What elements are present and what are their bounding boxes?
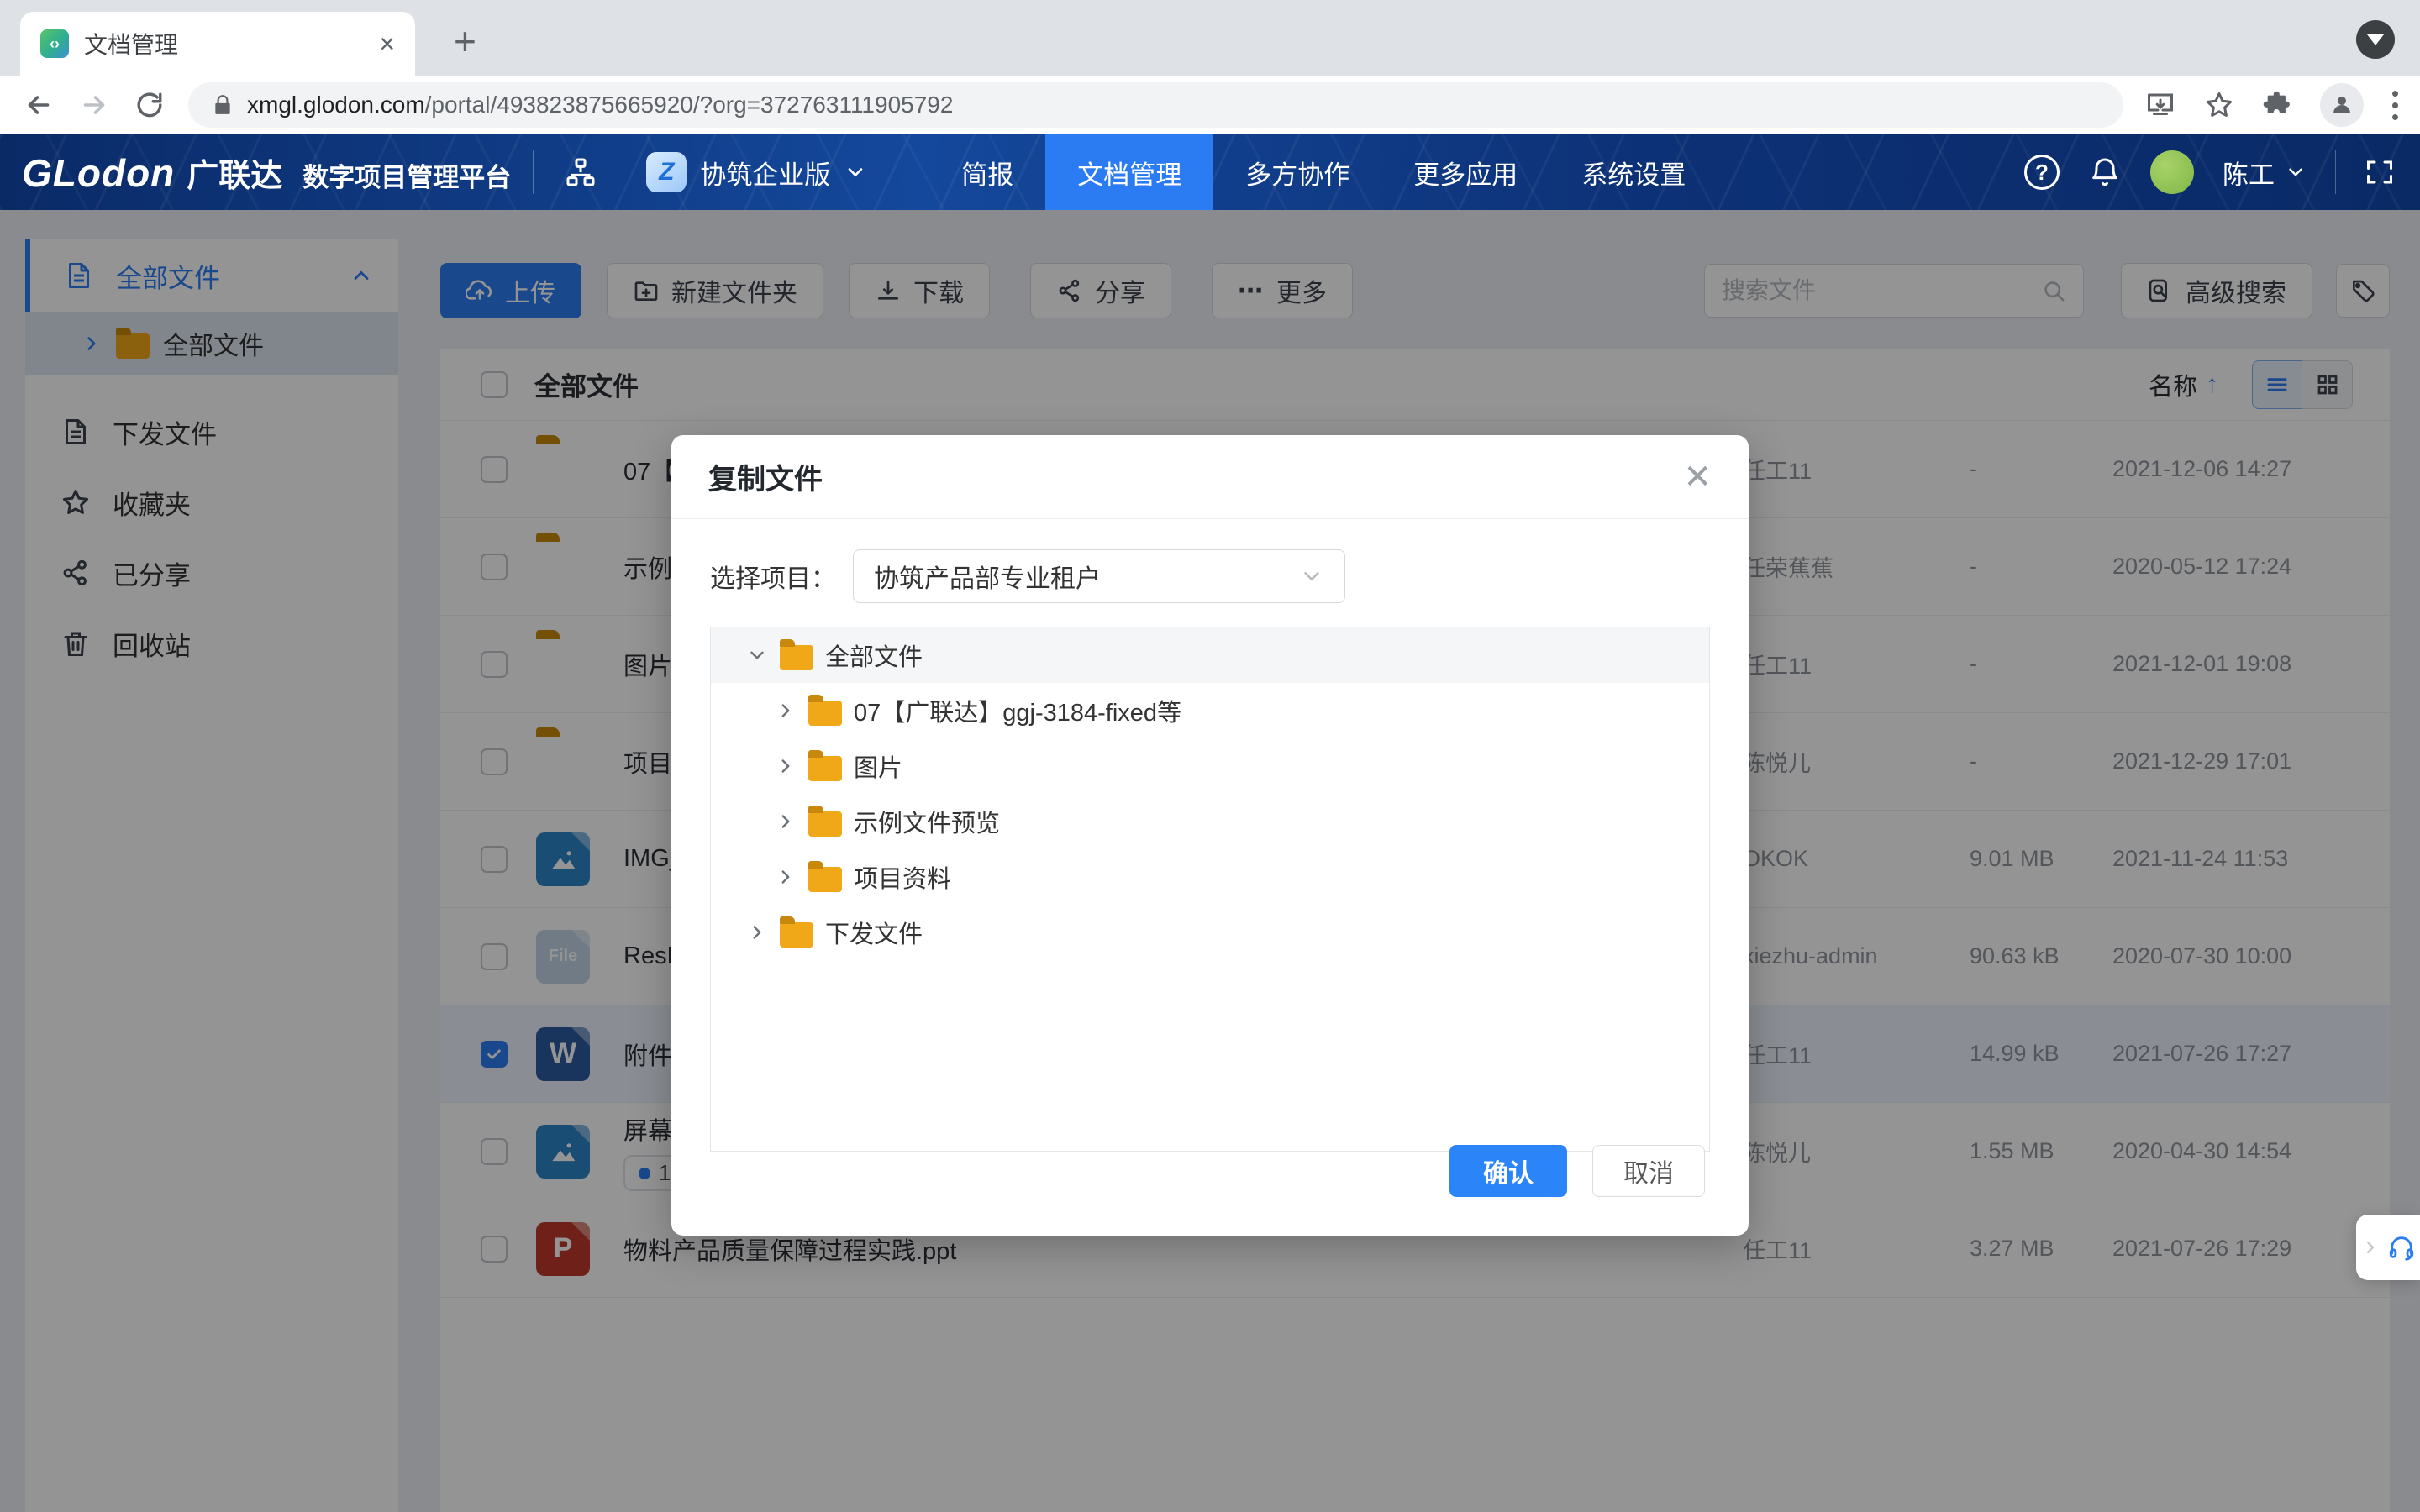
close-icon[interactable]: ✕ [1683,460,1712,494]
modal-header: 复制文件 ✕ [671,435,1749,519]
chevron-down-icon [1299,564,1324,589]
back-button[interactable] [22,88,55,122]
project-select-label: 选择项目： [710,558,836,595]
tree-node-label: 图片 [854,748,902,784]
chevron-down-icon [2285,161,2307,183]
chevron-right-icon[interactable] [2360,1237,2381,1257]
modal-title: 复制文件 [708,456,823,497]
browser-toolbar: xmgl.glodon.com/portal/493823875665920/?… [0,76,2420,134]
caret-collapsed-icon[interactable] [775,755,797,777]
user-name: 陈工 [2223,154,2275,192]
logo-cn: 广联达 [187,150,282,196]
app-switcher[interactable]: Z 协筑企业版 [646,152,867,192]
copy-file-modal: 复制文件 ✕ 选择项目： 协筑产品部专业租户 全部文件 [671,435,1749,1236]
tree-node-label: 示例文件预览 [854,804,1000,839]
install-download-icon[interactable] [2145,90,2175,120]
modal-body: 选择项目： 协筑产品部专业租户 全部文件 [671,519,1749,1152]
glodon-logo: GLodon 广联达 数字项目管理平台 [0,150,533,196]
lock-icon [212,94,234,116]
project-select[interactable]: 协筑产品部专业租户 [853,549,1345,603]
tab-title: 文档管理 [84,27,364,60]
tab-close-icon[interactable]: × [379,29,395,60]
folder-icon [808,867,842,892]
caret-collapsed-icon[interactable] [775,811,797,832]
tree-node-label: 项目资料 [854,859,951,895]
tree-node[interactable]: 图片 [711,738,1709,794]
browser-profile-avatar[interactable] [2320,83,2364,127]
tree-node-label: 07【广联达】ggj-3184-fixed等 [854,693,1181,728]
folder-icon [780,645,813,670]
app-navbar: GLodon 广联达 数字项目管理平台 Z 协筑企业版 简报 文档管理 多方协作… [0,134,2420,210]
folder-icon [780,922,813,948]
folder-tree: 全部文件 07【广联达】ggj-3184-fixed等 图片 [710,627,1710,1152]
logo-product: 数字项目管理平台 [302,156,511,194]
fullscreen-icon[interactable] [2365,157,2395,187]
tree-node[interactable]: 示例文件预览 [711,794,1709,849]
caret-collapsed-icon[interactable] [775,866,797,888]
user-menu[interactable]: 陈工 [2223,154,2307,192]
browser-menu-icon[interactable] [2392,91,2398,120]
xiezhu-app-icon: Z [646,152,687,192]
reload-button[interactable] [133,88,166,122]
help-icon[interactable]: ? [2024,155,2060,190]
notification-bell-icon[interactable] [2088,155,2122,189]
browser-tab[interactable]: ‹› 文档管理 × [20,12,415,76]
forward-button[interactable] [77,88,111,122]
app-switcher-label: 协筑企业版 [700,154,830,192]
caret-collapsed-icon[interactable] [775,700,797,722]
tree-node-all-files[interactable]: 全部文件 [711,627,1709,683]
url-text: xmgl.glodon.com/portal/493823875665920/?… [247,92,953,118]
main-menu: 简报 文档管理 多方协作 更多应用 系统设置 [929,134,1718,210]
tree-node[interactable]: 项目资料 [711,849,1709,905]
folder-icon [808,756,842,781]
folder-icon [808,811,842,837]
modal-footer: 确认 取消 [1449,1145,1705,1197]
caret-expanded-icon[interactable] [746,644,768,666]
menu-settings[interactable]: 系统设置 [1549,134,1718,210]
cancel-button[interactable]: 取消 [1592,1145,1705,1197]
new-tab-button[interactable]: + [454,22,476,60]
caret-down-icon [2367,34,2384,45]
confirm-button[interactable]: 确认 [1449,1145,1567,1197]
browser-tabstrip: ‹› 文档管理 × + [0,0,2420,76]
tree-node[interactable]: 07【广联达】ggj-3184-fixed等 [711,683,1709,738]
headset-icon[interactable] [2387,1233,2416,1262]
page-content: 全部文件 全部文件 下发文件 收藏夹 已分享 回收站 [0,210,2420,1512]
support-widget[interactable] [2356,1215,2420,1280]
menu-briefing[interactable]: 简报 [929,134,1045,210]
org-structure-icon[interactable] [564,155,597,189]
chevron-down-icon [844,160,867,184]
project-select-value: 协筑产品部专业租户 [874,558,1299,595]
tree-node-issued-files[interactable]: 下发文件 [711,905,1709,960]
site-favicon-icon: ‹› [40,29,69,58]
menu-documents[interactable]: 文档管理 [1045,134,1213,210]
divider [2335,150,2336,194]
tab-search-button[interactable] [2356,20,2395,59]
divider [533,150,534,194]
extensions-puzzle-icon[interactable] [2263,91,2291,119]
logo-en: GLodon [22,150,175,196]
user-avatar[interactable] [2150,150,2194,194]
tree-node-label: 全部文件 [825,638,923,673]
url-bar[interactable]: xmgl.glodon.com/portal/493823875665920/?… [188,82,2123,128]
tree-node-label: 下发文件 [825,915,923,950]
bookmark-star-icon[interactable] [2204,90,2234,120]
caret-collapsed-icon[interactable] [746,921,768,943]
folder-icon [808,701,842,726]
menu-collaboration[interactable]: 多方协作 [1213,134,1381,210]
menu-more-apps[interactable]: 更多应用 [1381,134,1549,210]
